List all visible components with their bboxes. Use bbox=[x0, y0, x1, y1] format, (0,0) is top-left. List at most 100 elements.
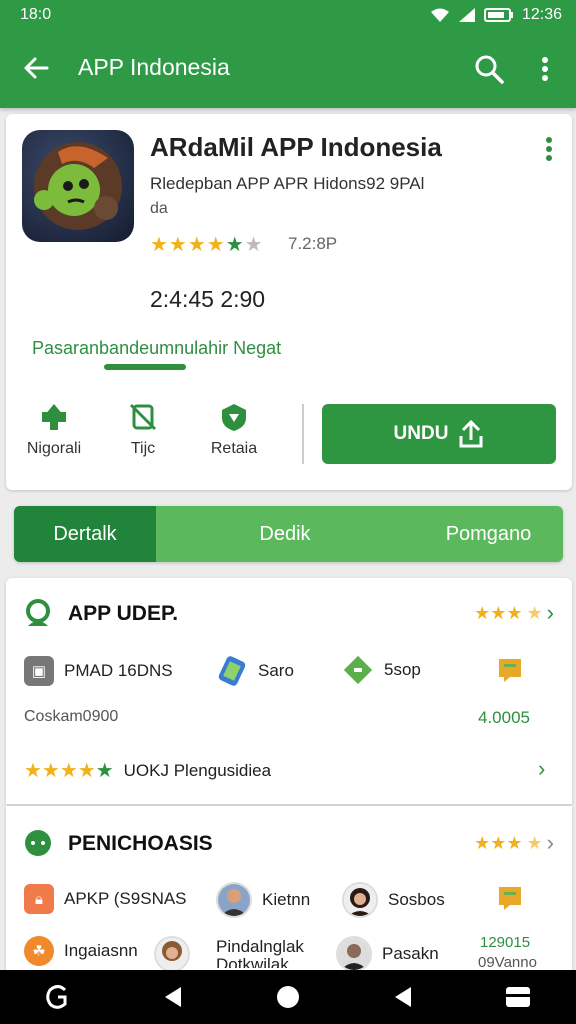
lock-icon: 🔒︎ bbox=[24, 884, 54, 914]
chevron-right-icon: › bbox=[546, 830, 554, 855]
avatar bbox=[342, 882, 378, 918]
list-item[interactable]: ☘︎ Ingaiasnn bbox=[24, 936, 138, 966]
item-label[interactable]: Pindalnglak Dotkwilak bbox=[216, 938, 316, 968]
android-badge-icon bbox=[26, 599, 50, 626]
overflow-menu-button[interactable] bbox=[530, 52, 560, 86]
avatar bbox=[154, 936, 190, 972]
item-label: Kietnn bbox=[262, 890, 311, 909]
chevron-right-icon: › bbox=[546, 600, 554, 625]
list-item[interactable]: ▣ PMAD 16DNS bbox=[24, 656, 173, 686]
list-item[interactable]: 🔒︎ APKP (S9SNAS bbox=[24, 884, 187, 914]
stat-caption: 09Vanno bbox=[478, 954, 537, 971]
tag-icon bbox=[343, 655, 373, 685]
phone-icon bbox=[218, 656, 246, 686]
app-info-card: ARdaMil APP Indonesia Rledepban APP APR … bbox=[6, 114, 572, 490]
rating-count: 7.2:8P bbox=[288, 234, 338, 253]
tab-dertalk[interactable]: Dertalk bbox=[14, 506, 156, 562]
section-header[interactable]: APP UDEP. bbox=[22, 598, 178, 630]
chat-badge-icon bbox=[499, 887, 521, 910]
tab-pomgano[interactable]: Pomgano bbox=[414, 506, 563, 562]
item-label: Saro bbox=[258, 661, 294, 680]
signal-icon bbox=[458, 8, 475, 22]
download-button[interactable]: UNDU bbox=[322, 404, 556, 464]
action-tijc[interactable]: Tijc bbox=[118, 402, 168, 458]
recents-icon bbox=[506, 987, 531, 1007]
back-nav-button[interactable] bbox=[158, 982, 188, 1012]
status-bar: 18:0 12:36 bbox=[0, 0, 576, 30]
monster-icon bbox=[34, 142, 122, 230]
arrow-back-icon bbox=[24, 57, 49, 79]
triangle-back-icon bbox=[395, 987, 412, 1007]
tv-icon: ▣ bbox=[24, 656, 54, 686]
item-label: Pasakn bbox=[382, 944, 439, 963]
app-bar-title: APP Indonesia bbox=[78, 54, 230, 80]
tree-icon bbox=[39, 402, 69, 432]
app-size: 2:4:45 2:90 bbox=[150, 286, 266, 312]
rating-stars: ★★★ bbox=[474, 832, 523, 853]
recents-button[interactable] bbox=[503, 982, 533, 1012]
list-item[interactable]: Saro bbox=[216, 654, 294, 688]
section-rating[interactable]: ★★★ ★ › bbox=[474, 600, 554, 626]
section-title: APP UDEP. bbox=[68, 602, 179, 625]
review-stars: ★★★★★ bbox=[24, 760, 114, 782]
section-app-udep: APP UDEP. ★★★ ★ › ▣ PMAD 16DNS Saro 5sop … bbox=[6, 578, 572, 804]
app-name: ARdaMil APP Indonesia bbox=[150, 132, 442, 162]
back-button[interactable] bbox=[20, 52, 52, 84]
list-item[interactable]: Kietnn bbox=[216, 882, 310, 918]
review-label: UOKJ Plengusidiea bbox=[123, 760, 272, 780]
more-vert-icon bbox=[542, 57, 548, 81]
avatar bbox=[336, 936, 372, 972]
action-nigorali[interactable]: Nigorali bbox=[22, 402, 86, 458]
back-nav-button-2[interactable] bbox=[388, 982, 418, 1012]
action-label: Nigorali bbox=[26, 440, 82, 457]
chat-bubble-icon bbox=[25, 830, 51, 856]
app-subtitle-2: da bbox=[150, 200, 168, 217]
app-bar: APP Indonesia bbox=[0, 30, 576, 108]
app-icon[interactable] bbox=[22, 130, 134, 242]
section-title: PENICHOASIS bbox=[68, 832, 213, 855]
section-rating[interactable]: ★★★ ★ › bbox=[474, 830, 554, 856]
battery-icon bbox=[483, 8, 513, 22]
upload-icon bbox=[459, 420, 483, 448]
status-time-left: 18:0 bbox=[20, 6, 52, 23]
crossed-device-icon bbox=[128, 402, 158, 432]
chat-badge-icon bbox=[499, 659, 521, 682]
list-item[interactable]: Pasakn bbox=[336, 936, 439, 972]
avatar bbox=[216, 882, 252, 918]
shield-icon bbox=[219, 402, 249, 432]
assistant-icon bbox=[45, 985, 67, 1009]
more-vert-icon bbox=[546, 137, 552, 161]
section-count: 4.0005 bbox=[478, 708, 530, 727]
category-link[interactable]: Pasaranbandeumnulahir Negat bbox=[32, 338, 281, 359]
stat-number: 129015 bbox=[480, 934, 531, 951]
assistant-button[interactable] bbox=[43, 982, 73, 1012]
triangle-back-icon bbox=[164, 987, 181, 1007]
section-header[interactable]: PENICHOASIS bbox=[22, 828, 213, 860]
system-nav-bar bbox=[0, 970, 576, 1024]
list-item[interactable]: Sosbos bbox=[342, 882, 445, 918]
download-label: UNDU bbox=[393, 423, 449, 444]
leaf-icon: ☘︎ bbox=[24, 936, 54, 966]
card-menu-button[interactable] bbox=[544, 136, 554, 162]
item-label: Ingaiasnn bbox=[64, 941, 138, 960]
link-underline bbox=[104, 364, 186, 370]
list-item[interactable]: 5sop bbox=[342, 654, 421, 686]
action-retaia[interactable]: Retaia bbox=[202, 402, 266, 458]
action-label: Tijc bbox=[130, 440, 156, 457]
home-circle-icon bbox=[276, 986, 299, 1008]
home-button[interactable] bbox=[273, 982, 303, 1012]
item-label: 5sop bbox=[384, 660, 421, 679]
chevron-right-icon[interactable]: › bbox=[538, 756, 545, 782]
app-subtitle: Rledepban APP APR Hidons92 9PAl bbox=[150, 174, 425, 193]
tab-bar: Dertalk Dedik Pomgano bbox=[14, 506, 563, 562]
action-label: Retaia bbox=[210, 440, 258, 457]
tab-dedik[interactable]: Dedik bbox=[156, 506, 414, 562]
search-button[interactable] bbox=[472, 52, 506, 86]
rating-stars: ★★★ bbox=[474, 602, 523, 623]
item-label: APKP (S9SNAS bbox=[64, 889, 187, 908]
divider bbox=[302, 404, 304, 464]
review-row[interactable]: ★★★★★ UOKJ Plengusidiea bbox=[24, 758, 271, 783]
status-clock: 12:36 bbox=[521, 6, 562, 23]
section-caption: Coskam0900 bbox=[24, 708, 119, 725]
item-label: Sosbos bbox=[388, 890, 445, 909]
